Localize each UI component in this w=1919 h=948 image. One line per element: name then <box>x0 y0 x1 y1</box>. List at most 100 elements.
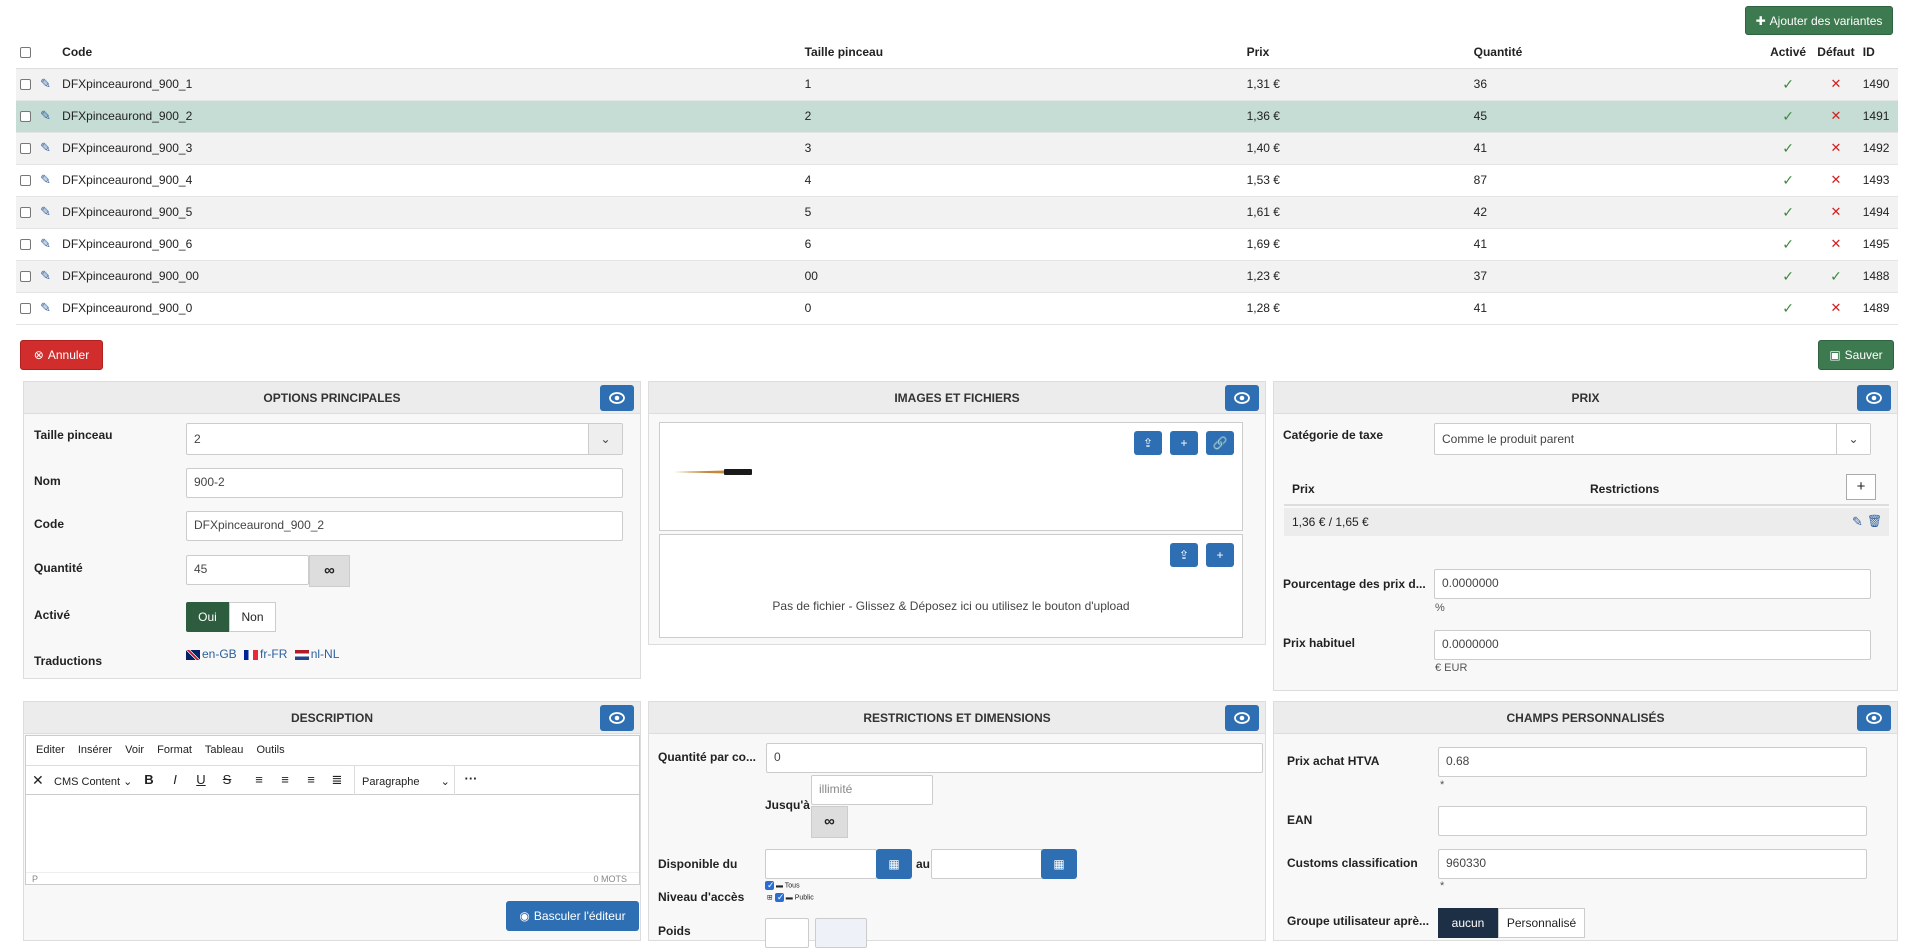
italic-button[interactable]: I <box>164 772 186 787</box>
add-variants-button[interactable]: ✚ Ajouter des variantes <box>1745 6 1893 35</box>
col-price[interactable]: Prix <box>1242 36 1470 69</box>
table-row[interactable]: ✎ DFXpinceaurond_900_3 3 1,40 €41 ✓ ✕ 1492 <box>16 132 1898 165</box>
add-price-button[interactable]: + <box>1846 474 1876 500</box>
col-code[interactable]: Code <box>58 36 801 69</box>
cross-icon[interactable]: ✕ <box>1831 108 1842 123</box>
edit-pencil-icon[interactable]: ✎ <box>40 300 51 315</box>
menu-tools[interactable]: Outils <box>256 744 284 756</box>
table-row[interactable]: ✎ DFXpinceaurond_900_0 0 1,28 €41 ✓ ✕ 1489 <box>16 292 1898 325</box>
until-input[interactable]: illimité <box>811 775 933 805</box>
usual-price-input[interactable]: 0.0000000 <box>1434 630 1871 660</box>
edit-pencil-icon[interactable]: ✎ <box>40 108 51 123</box>
align-center-icon[interactable]: ≡ <box>274 772 296 787</box>
justify-icon[interactable]: ≣ <box>326 772 348 788</box>
editor-content-area[interactable] <box>26 796 639 872</box>
calendar-icon[interactable]: ▦ <box>876 849 912 879</box>
edit-pencil-icon[interactable]: ✎ <box>40 268 51 283</box>
check-icon[interactable]: ✓ <box>1782 108 1794 124</box>
group-custom-button[interactable]: Personnalisé <box>1498 908 1585 938</box>
select-all-checkbox[interactable] <box>20 47 31 59</box>
col-active[interactable]: Activé <box>1762 36 1814 69</box>
table-row[interactable]: ✎ DFXpinceaurond_900_00 00 1,23 €37 ✓ ✓ 1488 <box>16 260 1898 293</box>
name-input[interactable]: 900-2 <box>186 468 623 498</box>
check-icon[interactable]: ✓ <box>1782 300 1794 316</box>
row-checkbox[interactable] <box>20 239 31 251</box>
col-quantity[interactable]: Quantité <box>1469 36 1763 69</box>
code-input[interactable]: DFXpinceaurond_900_2 <box>186 511 623 541</box>
align-left-icon[interactable]: ≡ <box>248 772 270 787</box>
ean-input[interactable] <box>1438 806 1867 836</box>
row-checkbox[interactable] <box>20 143 31 155</box>
menu-format[interactable]: Format <box>157 744 192 756</box>
row-checkbox[interactable] <box>20 111 31 123</box>
table-row[interactable]: ✎ DFXpinceaurond_900_2 2 1,36 €45 ✓ ✕ 1491 <box>16 100 1898 133</box>
brush-thumbnail[interactable] <box>674 467 752 477</box>
strikethrough-button[interactable]: S <box>216 772 238 787</box>
tax-category-select[interactable]: Comme le produit parent ⌄ <box>1434 423 1871 455</box>
percent-input[interactable]: 0.0000000 <box>1434 569 1871 599</box>
align-right-icon[interactable]: ≡ <box>300 772 322 787</box>
save-button[interactable]: ▣ Sauver <box>1818 340 1894 370</box>
edit-pencil-icon[interactable]: ✎ <box>40 76 51 91</box>
cross-icon[interactable]: ✕ <box>1831 76 1842 91</box>
access-public-checkbox[interactable] <box>774 892 784 903</box>
check-icon[interactable]: ✓ <box>1830 268 1842 284</box>
col-brush-size[interactable]: Taille pinceau <box>800 36 1243 69</box>
upload-icon[interactable]: ⇪ <box>1170 543 1198 567</box>
underline-button[interactable]: U <box>190 772 212 787</box>
bold-button[interactable]: B <box>138 772 160 787</box>
cms-content-dropdown[interactable]: CMS Content ⌄ <box>54 775 132 788</box>
cross-icon[interactable]: ✕ <box>1831 236 1842 251</box>
available-from-input[interactable] <box>765 849 877 879</box>
menu-view[interactable]: Voir <box>125 744 144 756</box>
edit-pencil-icon[interactable]: ✎ <box>40 172 51 187</box>
active-yes-button[interactable]: Oui <box>186 602 229 632</box>
edit-pencil-icon[interactable]: ✎ <box>40 236 51 251</box>
purchase-price-input[interactable]: 0.68 <box>1438 747 1867 777</box>
check-icon[interactable]: ✓ <box>1782 172 1794 188</box>
cancel-button[interactable]: ⊗ Annuler <box>20 340 103 370</box>
eye-icon[interactable] <box>1225 385 1259 411</box>
calendar-icon[interactable]: ▦ <box>1041 849 1077 879</box>
row-checkbox[interactable] <box>20 79 31 91</box>
table-row[interactable]: ✎ DFXpinceaurond_900_6 6 1,69 €41 ✓ ✕ 1495 <box>16 228 1898 261</box>
check-icon[interactable]: ✓ <box>1782 204 1794 220</box>
file-dropzone[interactable]: ⇪ + Pas de fichier - Glissez & Déposez i… <box>659 534 1243 638</box>
row-checkbox[interactable] <box>20 271 31 283</box>
paragraph-dropdown[interactable]: Paragraphe ⌄ <box>362 775 450 788</box>
table-row[interactable]: ✎ DFXpinceaurond_900_4 4 1,53 €87 ✓ ✕ 1493 <box>16 164 1898 197</box>
check-icon[interactable]: ✓ <box>1782 268 1794 284</box>
access-all-checkbox[interactable] <box>765 880 775 891</box>
weight-input[interactable] <box>765 918 809 948</box>
menu-edit[interactable]: Editer <box>36 744 65 756</box>
table-row[interactable]: ✎ DFXpinceaurond_900_5 5 1,61 €42 ✓ ✕ 1494 <box>16 196 1898 229</box>
group-none-button[interactable]: aucun <box>1438 908 1498 938</box>
menu-table[interactable]: Tableau <box>205 744 244 756</box>
table-row[interactable]: ✎ DFXpinceaurond_900_1 1 1,31 €36 ✓ ✕ 1490 <box>16 68 1898 101</box>
link-icon[interactable]: 🔗 <box>1206 431 1234 455</box>
row-checkbox[interactable] <box>20 303 31 315</box>
customs-input[interactable]: 960330 <box>1438 849 1867 879</box>
translation-link-nl[interactable]: nl-NL <box>311 647 340 661</box>
col-id[interactable]: ID <box>1858 36 1898 69</box>
eye-icon[interactable] <box>1857 705 1891 731</box>
check-icon[interactable]: ✓ <box>1782 236 1794 252</box>
plus-icon[interactable]: + <box>1206 543 1234 567</box>
eye-icon[interactable] <box>1857 385 1891 411</box>
infinity-icon[interactable]: ∞ <box>309 555 350 587</box>
cross-icon[interactable]: ✕ <box>1831 300 1842 315</box>
cross-icon[interactable]: ✕ <box>1831 204 1842 219</box>
qty-per-input[interactable]: 0 <box>766 743 1263 773</box>
edit-pencil-icon[interactable]: ✎ <box>40 140 51 155</box>
menu-insert[interactable]: Insérer <box>78 744 112 756</box>
active-no-button[interactable]: Non <box>229 602 276 632</box>
trash-icon[interactable]: 🗑 <box>1867 514 1882 528</box>
infinity-icon[interactable]: ∞ <box>811 806 848 838</box>
translation-link-en[interactable]: en-GB <box>202 647 237 661</box>
cross-icon[interactable]: ✕ <box>1831 140 1842 155</box>
more-icon[interactable]: ··· <box>460 771 482 786</box>
weight-unit[interactable] <box>815 918 867 948</box>
eye-icon[interactable] <box>600 385 634 411</box>
translation-link-fr[interactable]: fr-FR <box>260 647 287 661</box>
upload-icon[interactable]: ⇪ <box>1134 431 1162 455</box>
